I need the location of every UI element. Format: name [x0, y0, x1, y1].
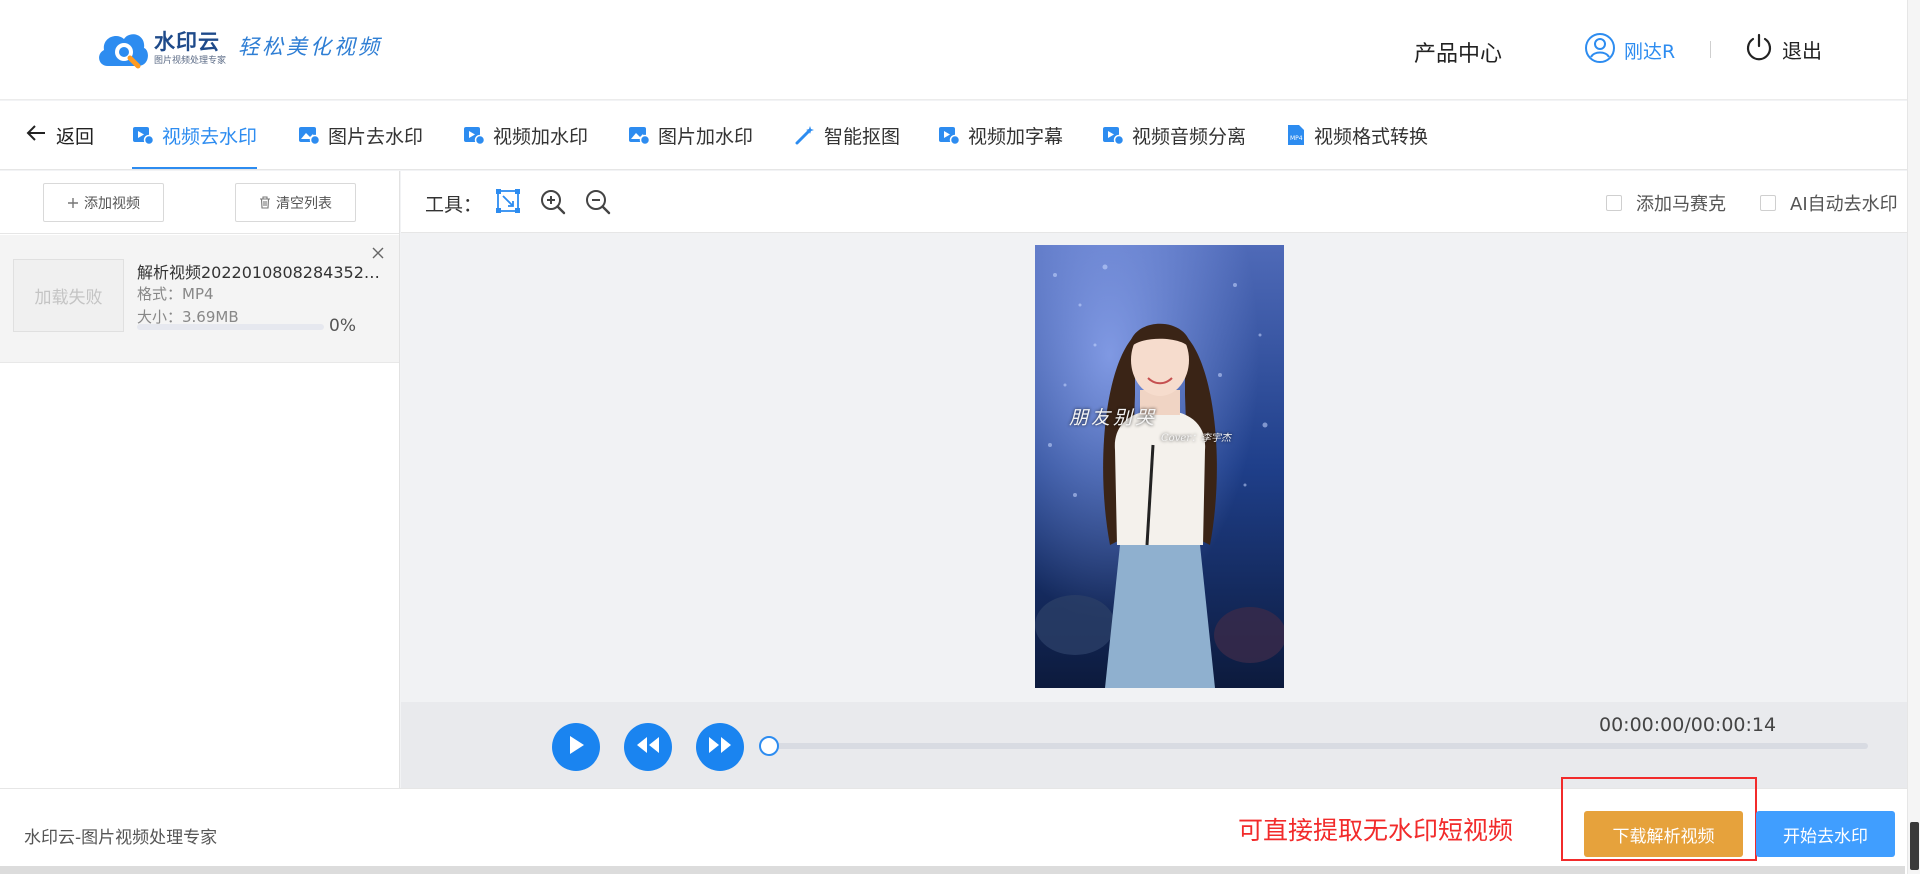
magic-wand-icon: [794, 125, 816, 145]
seek-handle[interactable]: [759, 736, 779, 756]
download-parsed-video-button[interactable]: 下载解析视频: [1584, 811, 1743, 857]
tab-label: 视频格式转换: [1314, 125, 1429, 148]
video-preview-area: 朋友别哭 Cover：李宇杰: [401, 233, 1920, 702]
close-icon[interactable]: [370, 245, 386, 265]
video-watermark-credit: Cover：李宇杰: [1161, 433, 1232, 444]
add-video-button[interactable]: 添加视频: [43, 183, 164, 222]
image-remove-icon: [298, 125, 320, 145]
file-name: 解析视频20220108082843523...: [137, 263, 381, 282]
tab-label: 视频音频分离: [1132, 125, 1247, 148]
fast-forward-icon: [708, 736, 732, 758]
tab-label: 视频加字幕: [968, 125, 1064, 148]
function-nav: 返回 视频去水印 图片去水印 视频加水印 图片加水印 智能抠图 视频加字幕 视频…: [0, 101, 1920, 170]
ai-checkbox-label: AI自动去水印: [1790, 194, 1898, 215]
logo-name: 水印云: [154, 30, 220, 54]
image-add-icon: [628, 125, 650, 145]
file-list-panel: 添加视频 清空列表 加载失败 解析视频20220108082843523... …: [0, 171, 400, 788]
video-remove-icon: [132, 125, 154, 145]
arrow-left-icon: [26, 124, 46, 147]
tab-video-add-watermark[interactable]: 视频加水印: [463, 101, 588, 169]
video-still-image: [1035, 245, 1284, 688]
file-progress-percent: 0%: [329, 316, 356, 336]
footer-bar: 水印云-图片视频处理专家 可直接提取无水印短视频 下载解析视频 开始去水印: [0, 777, 1920, 874]
select-box-icon[interactable]: [495, 188, 521, 218]
play-button[interactable]: [552, 723, 600, 771]
file-thumbnail: 加载失败: [13, 259, 124, 332]
tab-label: 图片去水印: [328, 125, 424, 148]
vertical-scrollbar[interactable]: [1907, 0, 1920, 874]
tab-video-subtitles[interactable]: 视频加字幕: [938, 101, 1063, 169]
user-name: 刚达R: [1624, 40, 1676, 63]
rewind-button[interactable]: [624, 723, 672, 771]
logo[interactable]: 水印云 图片视频处理专家 轻松美化视频: [94, 26, 382, 70]
header-divider: [1710, 41, 1711, 58]
tab-label: 视频去水印: [162, 125, 258, 148]
tab-label: 图片加水印: [658, 125, 754, 148]
add-mosaic-checkbox[interactable]: 添加马赛克: [1606, 190, 1726, 216]
mp4-icon-glyph: MP4: [1290, 135, 1303, 142]
trash-icon: [259, 196, 271, 209]
play-icon: [567, 735, 585, 759]
edit-toolbar: 工具： 添加马赛克 AI自动去水印: [401, 171, 1920, 233]
clear-list-button[interactable]: 清空列表: [235, 183, 356, 222]
cloud-logo-icon: [94, 26, 150, 70]
vertical-scrollbar-thumb[interactable]: [1910, 822, 1919, 870]
fast-forward-button[interactable]: [696, 723, 744, 771]
top-header: 水印云 图片视频处理专家 轻松美化视频 产品中心 刚达R 退出: [0, 0, 1920, 100]
tool-label: 工具：: [425, 194, 483, 216]
mp4-file-icon: MP4: [1286, 124, 1306, 146]
tab-image-remove-watermark[interactable]: 图片去水印: [298, 101, 423, 169]
video-frame[interactable]: 朋友别哭 Cover：李宇杰: [1035, 245, 1284, 688]
logo-brand: 水印云 图片视频处理专家: [154, 29, 226, 67]
tab-smart-cutout[interactable]: 智能抠图: [794, 101, 900, 169]
plus-icon: [67, 197, 79, 209]
tab-label: 视频加水印: [493, 125, 589, 148]
audio-split-icon: [1102, 125, 1124, 145]
tab-format-convert[interactable]: MP4 视频格式转换: [1286, 101, 1428, 169]
tab-video-remove-watermark[interactable]: 视频去水印: [132, 101, 258, 169]
power-icon: [1744, 32, 1774, 66]
rewind-icon: [636, 736, 660, 758]
ai-remove-watermark-checkbox[interactable]: AI自动去水印: [1760, 190, 1898, 216]
zoom-out-icon[interactable]: [584, 188, 612, 220]
file-progress-bar: [137, 324, 324, 330]
logout-button[interactable]: 退出: [1744, 32, 1822, 66]
back-button[interactable]: 返回: [26, 101, 94, 169]
mosaic-checkbox-box: [1606, 195, 1622, 211]
ai-checkbox-box: [1760, 195, 1776, 211]
add-video-label: 添加视频: [84, 195, 140, 212]
start-remove-watermark-button[interactable]: 开始去水印: [1756, 811, 1895, 857]
subtitle-icon: [938, 125, 960, 145]
product-center-link[interactable]: 产品中心: [1414, 36, 1502, 68]
logo-subtitle: 图片视频处理专家: [154, 56, 227, 66]
video-watermark-lyric: 朋友别哭: [1069, 407, 1158, 429]
logout-label: 退出: [1782, 38, 1822, 63]
time-readout: 00:00:00/00:00:14: [1599, 714, 1777, 736]
footer-brand: 水印云-图片视频处理专家: [24, 828, 218, 848]
file-list-item[interactable]: 加载失败 解析视频20220108082843523... 格式：MP4 大小：…: [0, 235, 399, 363]
horizontal-scrollbar[interactable]: [0, 866, 1905, 874]
tab-label: 智能抠图: [824, 125, 901, 148]
logo-slogan: 轻松美化视频: [238, 35, 383, 59]
user-menu[interactable]: 刚达R: [1584, 32, 1675, 68]
annotation-callout: 可直接提取无水印短视频: [1238, 816, 1514, 845]
file-list-toolbar: 添加视频 清空列表: [0, 171, 399, 234]
tab-audio-video-split[interactable]: 视频音频分离: [1102, 101, 1246, 169]
file-format: 格式：MP4: [137, 285, 214, 303]
player-controls: 00:00:00/00:00:14: [401, 702, 1920, 788]
clear-list-label: 清空列表: [276, 195, 332, 212]
tab-image-add-watermark[interactable]: 图片加水印: [628, 101, 753, 169]
user-icon: [1584, 32, 1616, 68]
seek-bar[interactable]: [769, 743, 1868, 749]
zoom-in-icon[interactable]: [539, 188, 567, 220]
mosaic-checkbox-label: 添加马赛克: [1636, 194, 1726, 215]
video-add-icon: [463, 125, 485, 145]
back-label: 返回: [56, 125, 95, 148]
